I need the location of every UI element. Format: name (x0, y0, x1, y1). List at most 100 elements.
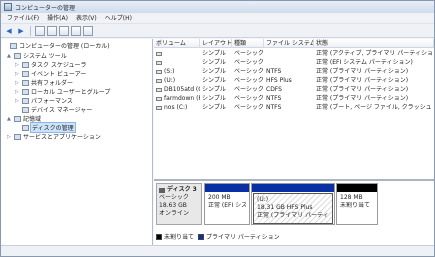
disk-name-row: ディスク 3 (159, 186, 199, 194)
partition-size: 128 MB (340, 194, 363, 201)
partition-size: 200 MB (208, 194, 231, 201)
tree-item-computer-management[interactable]: コンピューターの管理 (ローカル) (3, 41, 110, 50)
shared-folder-icon (22, 79, 29, 86)
table-row[interactable]: (U:) シンプル ベーシック HFS Plus 正常 (プライマリ パーティシ… (154, 76, 434, 85)
drive-icon (156, 78, 162, 83)
tree-item-event-viewer[interactable]: ▷ イベント ビューアー (15, 69, 86, 78)
up-folder-icon[interactable] (35, 25, 45, 36)
tree-item-disk-management[interactable]: ディスクの管理 (15, 122, 76, 133)
forward-arrow-icon[interactable]: ▶ (16, 26, 26, 36)
disk-graphical-view: ディスク 3 ベーシック 18.63 GB オンライン 200 MB 正常 (E… (154, 179, 434, 245)
tree-item-device-manager[interactable]: デバイス マネージャー (15, 105, 92, 114)
expand-icon[interactable]: ▷ (15, 89, 21, 95)
help-icon[interactable] (59, 25, 69, 36)
table-row[interactable]: farmdown (F:) シンプル ベーシック NTFS 正常 (プライマリ … (154, 94, 434, 103)
show-hide-tree-icon[interactable] (47, 25, 57, 36)
tree-item-label: サービスとアプリケーション (23, 134, 101, 141)
expand-icon[interactable]: ▷ (15, 98, 21, 104)
tree-item-system-tools[interactable]: ▲ システム ツール (7, 51, 67, 60)
table-row[interactable]: シンプル ベーシック 正常 (EFI システム パーティション) (154, 58, 434, 67)
navigation-tree: コンピューターの管理 (ローカル) ▲ システム ツール ▷ タスク スケジュー… (1, 39, 153, 245)
tree-item-performance[interactable]: ▷ パフォーマンス (15, 96, 73, 105)
partition-unallocated[interactable]: 128 MB 未割り当て (336, 183, 378, 225)
disk-3-label[interactable]: ディスク 3 ベーシック 18.63 GB オンライン (156, 183, 202, 225)
layout-cell: シンプル (202, 59, 226, 66)
collapse-icon[interactable]: ▲ (7, 53, 13, 59)
column-header-volume[interactable]: ボリューム (154, 39, 200, 48)
type-cell: ベーシック (234, 86, 264, 93)
status-cell: 正常 (プライマリ パーティション) (316, 77, 409, 84)
layout-cell: シンプル (202, 95, 226, 102)
properties-icon[interactable] (71, 25, 81, 36)
column-header-file-system[interactable]: ファイル システム (264, 39, 314, 48)
table-row[interactable]: DB105atd (G:) シンプル ベーシック CDFS 正常 (プライマリ … (154, 85, 434, 94)
menu-file[interactable]: ファイル(F) (3, 13, 43, 24)
status-cell: 正常 (プライマリ パーティション) (316, 68, 409, 75)
computer-management-icon (10, 42, 17, 49)
volume-name: nos (C:) (164, 104, 188, 111)
file-system-cell: HFS Plus (266, 77, 292, 84)
partition-u[interactable]: (U:) 18.31 GB HFS Plus 正常 (プライマリ パーティショ (251, 183, 335, 225)
window-title: コンピューターの管理 (15, 4, 76, 12)
column-header-type[interactable]: 種類 (232, 39, 264, 48)
file-system-cell (264, 58, 314, 67)
status-bar (1, 245, 434, 256)
tree-item-label: ローカル ユーザーとグループ (31, 89, 111, 96)
table-row[interactable]: nos (C:) シンプル ベーシック NTFS 正常 (ブート, ページ ファ… (154, 103, 434, 112)
disk-icon (159, 187, 165, 193)
file-system-cell: NTFS (266, 68, 282, 75)
tree-item-services-applications[interactable]: ▷ サービスとアプリケーション (7, 132, 101, 141)
status-cell: 正常 (ブート, ページ ファイル, クラッシュ ダ (316, 104, 434, 111)
disk-management-panel: ボリューム レイアウト 種類 ファイル システム 状態 シンプル ベーシック 正… (154, 39, 434, 245)
file-system-cell: NTFS (266, 95, 282, 102)
partition-legend: 未割り当て プライマリ パーティション (156, 232, 280, 241)
tree-item-storage[interactable]: ▲ 記憶域 (7, 114, 41, 123)
partition-size: 18.31 GB HFS Plus (257, 204, 313, 211)
volume-table-header: ボリューム レイアウト 種類 ファイル システム 状態 (154, 39, 434, 48)
layout-cell: シンプル (202, 86, 226, 93)
tree-item-label: コンピューターの管理 (ローカル) (19, 43, 110, 50)
legend-primary: プライマリ パーティション (206, 234, 280, 241)
computer-management-icon (4, 3, 12, 11)
expand-icon[interactable]: ▷ (15, 62, 21, 68)
volume-name: (S:) (164, 68, 175, 75)
tools-icon (14, 52, 21, 59)
title-bar[interactable]: コンピューターの管理 (1, 1, 434, 13)
expand-icon[interactable]: ▷ (15, 71, 21, 77)
partition-efi[interactable]: 200 MB 正常 (EFI シス (204, 183, 250, 225)
table-row[interactable]: シンプル ベーシック 正常 (アクティブ, プライマリ パーティション (154, 49, 434, 58)
users-icon (22, 88, 29, 95)
type-cell: ベーシック (234, 50, 264, 57)
partition-body: 200 MB 正常 (EFI シス (205, 192, 249, 212)
menu-view[interactable]: 表示(V) (72, 13, 101, 24)
volume-name: DB105atd (G:) (164, 86, 200, 93)
partition-body: 128 MB 未割り当て (337, 192, 377, 212)
view-list-icon[interactable] (83, 25, 93, 36)
volume-cell (154, 58, 200, 67)
volume-cell: farmdown (F:) (154, 94, 200, 103)
volume-cell: (S:) (154, 67, 200, 76)
disk-status: オンライン (159, 210, 190, 217)
tree-item-task-scheduler[interactable]: ▷ タスク スケジューラ (15, 60, 87, 69)
type-cell: ベーシック (234, 59, 264, 66)
tree-item-label: タスク スケジューラ (31, 62, 87, 69)
menu-action[interactable]: 操作(A) (43, 13, 72, 24)
tree-item-shared-folders[interactable]: ▷ 共有フォルダー (15, 78, 73, 87)
type-cell: ベーシック (234, 95, 264, 102)
drive-icon (156, 51, 162, 56)
menu-help[interactable]: ヘルプ(H) (101, 13, 136, 24)
tree-item-local-users-groups[interactable]: ▷ ローカル ユーザーとグループ (15, 87, 110, 96)
cd-drive-icon (156, 87, 162, 92)
storage-icon (14, 115, 21, 122)
partition-body: (U:) 18.31 GB HFS Plus 正常 (プライマリ パーティショ (253, 193, 333, 224)
expand-icon[interactable]: ▷ (7, 134, 13, 140)
table-row[interactable]: (S:) シンプル ベーシック NTFS 正常 (プライマリ パーティション) (154, 67, 434, 76)
column-header-layout[interactable]: レイアウト (200, 39, 232, 48)
disk-type: ベーシック (159, 194, 189, 201)
collapse-icon[interactable]: ▲ (7, 116, 13, 122)
column-header-status[interactable]: 状態 (314, 39, 434, 48)
tree-item-label: パフォーマンス (31, 98, 73, 105)
back-arrow-icon[interactable]: ◀ (4, 26, 14, 36)
disk-name: ディスク 3 (167, 186, 197, 193)
expand-icon[interactable]: ▷ (15, 80, 21, 86)
